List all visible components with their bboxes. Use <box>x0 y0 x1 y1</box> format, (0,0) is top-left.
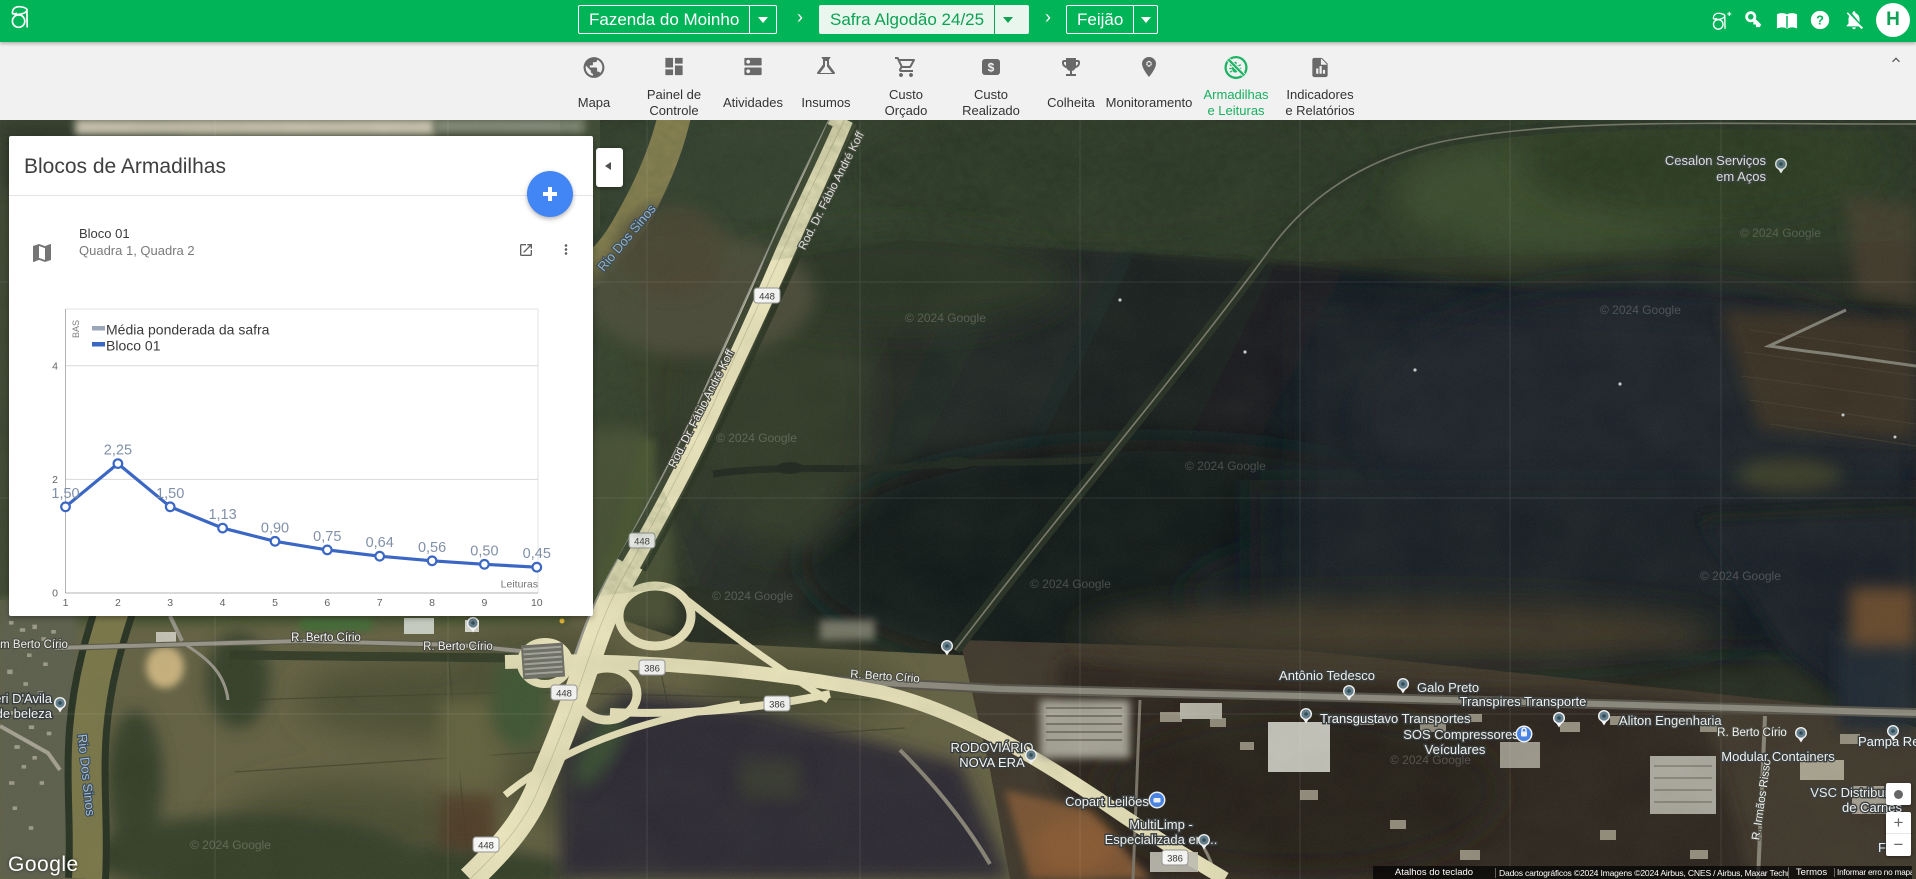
svg-text:0,56: 0,56 <box>418 540 446 556</box>
svg-text:1,50: 1,50 <box>156 486 184 502</box>
svg-text:3: 3 <box>167 597 173 609</box>
svg-text:0,50: 0,50 <box>470 543 498 559</box>
svg-text:0,75: 0,75 <box>313 529 341 545</box>
svg-text:2: 2 <box>115 597 121 609</box>
svg-text:Leituras: Leituras <box>501 579 538 591</box>
svg-text:8: 8 <box>429 597 435 609</box>
svg-text:2: 2 <box>52 474 58 486</box>
svg-text:$: $ <box>988 61 995 75</box>
svg-text:?: ? <box>1816 13 1824 28</box>
svg-text:0,45: 0,45 <box>523 546 551 562</box>
svg-text:7: 7 <box>377 597 383 609</box>
svg-text:1,13: 1,13 <box>208 507 236 523</box>
svg-text:6: 6 <box>324 597 330 609</box>
svg-text:Bloco 01: Bloco 01 <box>106 338 161 354</box>
svg-text:9: 9 <box>481 597 487 609</box>
svg-text:0: 0 <box>52 588 58 600</box>
svg-text:10: 10 <box>531 597 543 609</box>
svg-text:4: 4 <box>220 597 226 609</box>
svg-text:1,50: 1,50 <box>51 486 79 502</box>
svg-text:4: 4 <box>52 361 58 373</box>
svg-text:0,64: 0,64 <box>366 535 394 551</box>
svg-text:0,90: 0,90 <box>261 520 289 536</box>
svg-text:1: 1 <box>63 597 69 609</box>
svg-text:BAS: BAS <box>71 320 81 338</box>
svg-text:2,25: 2,25 <box>104 443 132 459</box>
svg-text:Média ponderada da safra: Média ponderada da safra <box>106 322 270 338</box>
svg-text:5: 5 <box>272 597 278 609</box>
